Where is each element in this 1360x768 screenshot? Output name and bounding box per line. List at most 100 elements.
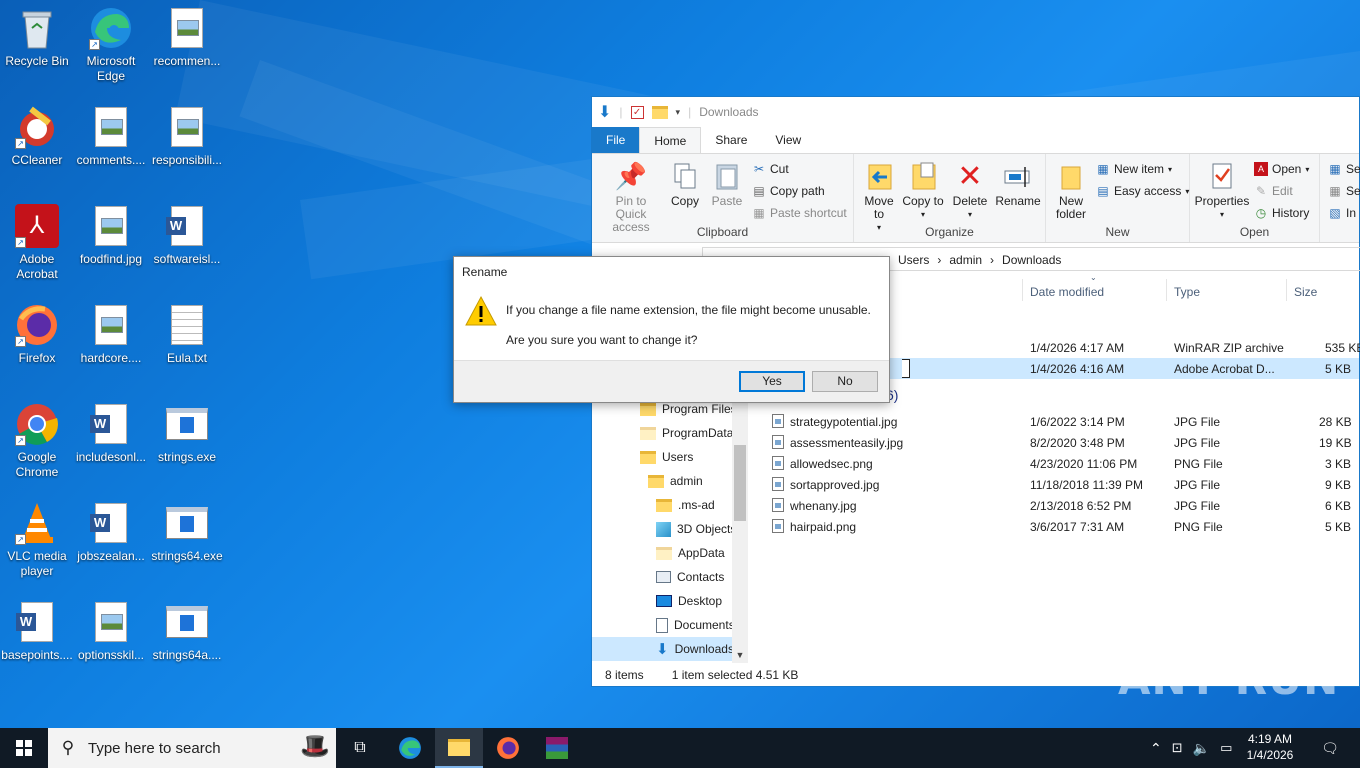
network-adapter-icon[interactable]: ⊡ (1172, 740, 1183, 756)
copy-to-button[interactable]: Copy to ▾ (902, 160, 944, 221)
nav-item-programdata[interactable]: ProgramData (640, 421, 733, 445)
nav-item-documents[interactable]: Documents (656, 613, 734, 637)
start-button[interactable] (0, 728, 48, 768)
taskbar-search[interactable]: ⚲ Type here to search 🎩 (48, 728, 336, 768)
table-row[interactable]: hairpaid.png 3/6/2017 7:31 AM PNG File 5 KB (752, 516, 1359, 537)
open-button[interactable]: A Open ▾ (1254, 162, 1309, 176)
yes-button[interactable]: Yes (739, 371, 805, 392)
word-doc-icon[interactable]: W softwareisl... (150, 204, 224, 267)
column-date-modified[interactable]: Date modified (1030, 285, 1104, 299)
nav-item-appdata[interactable]: AppData (656, 541, 725, 565)
scroll-down-arrow-icon[interactable]: ▼ (732, 647, 748, 663)
taskbar-file-explorer[interactable] (435, 728, 483, 768)
column-type[interactable]: Type (1174, 285, 1200, 299)
table-row[interactable]: assessmenteasily.jpg 8/2/2020 3:48 PM JPG … (752, 432, 1359, 453)
notifications-button[interactable]: 🗨 (1316, 728, 1344, 768)
exe-file-icon[interactable]: strings64.exe (150, 501, 224, 564)
nav-item-admin[interactable]: admin (648, 469, 703, 493)
adobe-acrobat-icon[interactable]: ⅄ ↗ Adobe Acrobat (0, 204, 74, 282)
nav-item-desktop[interactable]: Desktop (656, 589, 722, 613)
copy-path-button[interactable]: ▤ Copy path (752, 184, 824, 198)
taskbar: ⚲ Type here to search 🎩 ⧉ ⌃ ⊡ 🔈 ▭ 4:19 A… (0, 728, 1360, 768)
image-file-icon[interactable]: comments.... (74, 105, 148, 168)
table-row[interactable]: allowedsec.png 4/23/2020 11:06 PM PNG File… (752, 453, 1359, 474)
new-group: New folder ▦ New item ▾ ▤ Easy access ▾ New (1046, 154, 1190, 242)
task-view-button[interactable]: ⧉ (336, 728, 384, 768)
copy-button[interactable]: Copy (666, 160, 704, 208)
search-highlight-illustration-icon: 🎩 (300, 733, 330, 760)
window-title: Downloads (699, 105, 759, 119)
easy-access-button[interactable]: ▤ Easy access ▾ (1096, 184, 1189, 198)
nav-item-3d-objects[interactable]: 3D Objects (656, 517, 734, 541)
pin-quick-access-button[interactable]: 📌 Pin to Quick access (596, 160, 666, 234)
history-button[interactable]: ◷ History (1254, 206, 1310, 220)
taskbar-firefox[interactable] (484, 728, 532, 768)
google-chrome-icon[interactable]: ↗ Google Chrome (0, 402, 74, 480)
image-file-icon[interactable]: foodfind.jpg (74, 204, 148, 267)
navigation-pane: Program Files ProgramData Users admin .m… (592, 397, 734, 663)
paste-button[interactable]: Paste (708, 160, 746, 208)
text-file-icon[interactable]: Eula.txt (150, 303, 224, 366)
rename-textbox[interactable] (902, 359, 910, 378)
network-icon[interactable]: ▭ (1220, 740, 1232, 756)
taskbar-clock[interactable]: 4:19 AM 1/4/2026 (1238, 731, 1302, 763)
taskbar-edge[interactable] (386, 728, 434, 768)
select-none-button[interactable]: ▦ Se (1328, 184, 1360, 198)
delete-button[interactable]: ✕ Delete ▾ (948, 160, 992, 221)
tab-file[interactable]: File (592, 127, 640, 153)
breadcrumb-downloads[interactable]: Downloads (1002, 253, 1061, 267)
breadcrumb-users[interactable]: Users (898, 253, 929, 267)
move-to-button[interactable]: Move to ▾ (858, 160, 900, 234)
customize-dropdown-icon[interactable]: ▾ (676, 107, 681, 118)
image-file-icon[interactable]: recommen... (150, 6, 224, 69)
nav-scrollbar[interactable]: ▼ (732, 397, 748, 663)
pin-icon: 📌 (614, 160, 648, 191)
table-row[interactable]: sortapproved.jpg 11/18/2018 11:39 PM JPG F… (752, 474, 1359, 495)
column-size[interactable]: Size (1294, 285, 1317, 299)
word-doc-icon[interactable]: W includesonl... (74, 402, 148, 465)
word-doc-icon[interactable]: W basepoints.... (0, 600, 74, 663)
tab-share[interactable]: Share (701, 127, 761, 153)
image-file-icon[interactable]: hardcore.... (74, 303, 148, 366)
image-file-icon[interactable]: responsibili... (150, 105, 224, 168)
no-button[interactable]: No (812, 371, 878, 392)
select-all-button[interactable]: ▦ Se (1328, 162, 1360, 176)
new-folder-button[interactable]: New folder (1050, 160, 1092, 221)
new-folder-icon[interactable] (651, 105, 668, 119)
firefox-icon[interactable]: ↗ Firefox (0, 303, 74, 366)
paste-shortcut-button[interactable]: ▦ Paste shortcut (752, 206, 846, 220)
edge-icon[interactable]: ↗ Microsoft Edge (74, 6, 148, 84)
cut-button[interactable]: ✂ Cut (752, 162, 789, 176)
new-item-button[interactable]: ▦ New item ▾ (1096, 162, 1172, 176)
recycle-bin-icon[interactable]: Recycle Bin (0, 6, 74, 69)
vlc-icon[interactable]: ↗ VLC media player (0, 501, 74, 579)
breadcrumb-admin[interactable]: admin (949, 253, 982, 267)
quick-access-down-arrow-icon[interactable]: ⬇ (598, 102, 611, 122)
properties-check-icon[interactable]: ✓ (630, 105, 644, 119)
nav-item-ms-ad[interactable]: .ms-ad (656, 493, 715, 517)
nav-item-downloads[interactable]: ⬇ Downloads (592, 637, 734, 661)
nav-item-users[interactable]: Users (640, 445, 693, 469)
show-hidden-icons-chevron-icon[interactable]: ⌃ (1150, 740, 1162, 757)
nav-item-contacts[interactable]: Contacts (656, 565, 724, 589)
invert-selection-button[interactable]: ▧ In (1328, 206, 1356, 220)
jobszealan-label: jobszealan... (77, 549, 145, 563)
tab-home[interactable]: Home (639, 127, 702, 153)
properties-button[interactable]: Properties ▾ (1194, 160, 1250, 221)
table-row[interactable]: strategypotential.jpg 1/6/2022 3:14 PM JPG… (752, 411, 1359, 432)
volume-icon[interactable]: 🔈 (1193, 740, 1210, 757)
edit-button[interactable]: ✎ Edit (1254, 184, 1293, 198)
firefox-label: Firefox (18, 351, 56, 365)
ccleaner-icon[interactable]: ↗ CCleaner (0, 105, 74, 168)
properties-icon (1207, 160, 1237, 192)
exe-file-icon[interactable]: strings64a.... (150, 600, 224, 663)
scrollbar-thumb[interactable] (734, 445, 746, 521)
taskbar-winrar[interactable] (533, 728, 581, 768)
rename-button[interactable]: Rename (994, 160, 1042, 208)
history-icon: ◷ (1255, 206, 1267, 220)
image-file-icon[interactable]: optionsskil... (74, 600, 148, 663)
tab-view[interactable]: View (761, 127, 815, 153)
word-doc-icon[interactable]: W jobszealan... (74, 501, 148, 564)
exe-file-icon[interactable]: strings.exe (150, 402, 224, 465)
table-row[interactable]: whenany.jpg 2/13/2018 6:52 PM JPG File 6 KB (752, 495, 1359, 516)
